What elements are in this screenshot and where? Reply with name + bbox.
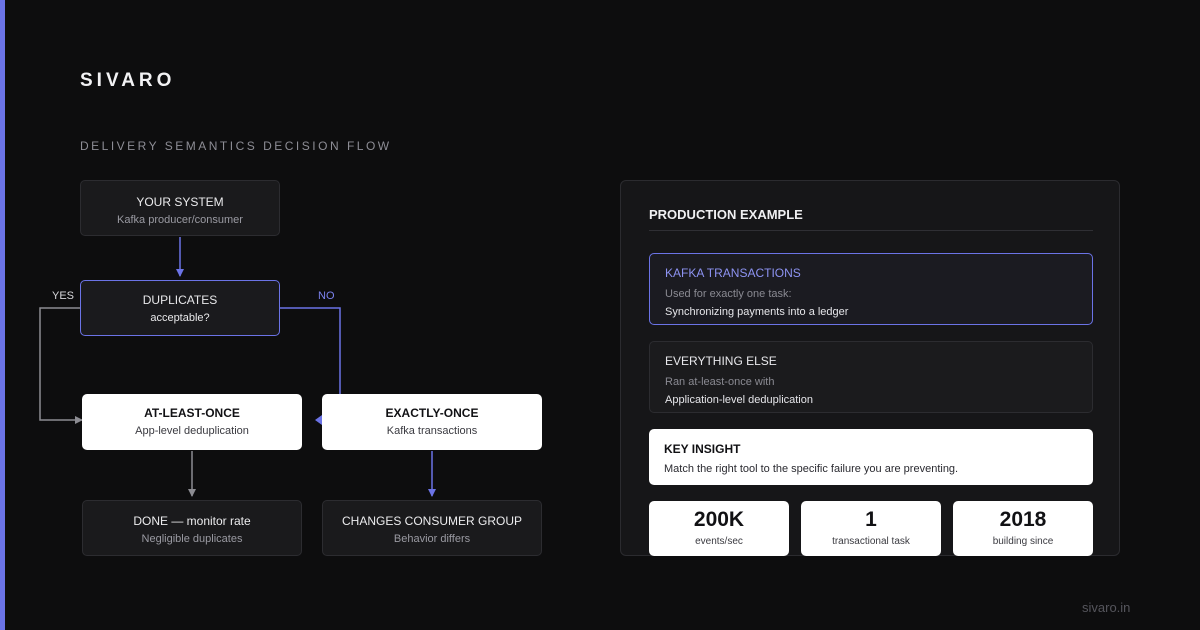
stat-transactional-task: 1 transactional task bbox=[801, 501, 941, 556]
stat-label: building since bbox=[992, 536, 1054, 547]
branch-label-yes: YES bbox=[52, 290, 75, 302]
card-insight-heading: KEY INSIGHT bbox=[664, 442, 741, 456]
branch-label-no: NO bbox=[318, 290, 335, 302]
stat-label: events/sec bbox=[695, 536, 743, 547]
node-done-subtitle: Negligible duplicates bbox=[141, 533, 243, 545]
production-example-panel: PRODUCTION EXAMPLE KAFKA TRANSACTIONS Us… bbox=[620, 180, 1120, 556]
node-at-least-once: AT-LEAST-ONCE App-level deduplication bbox=[82, 394, 302, 450]
node-your-system: YOUR SYSTEM Kafka producer/consumer bbox=[80, 180, 280, 236]
card-kafka-body: Synchronizing payments into a ledger bbox=[665, 306, 849, 318]
stat-label: transactional task bbox=[832, 536, 910, 547]
card-everything-else: EVERYTHING ELSE Ran at-least-once with A… bbox=[649, 341, 1093, 413]
node-done: DONE — monitor rate Negligible duplicate… bbox=[82, 500, 302, 556]
node-changes-title: CHANGES CONSUMER GROUP bbox=[341, 514, 523, 528]
card-key-insight: KEY INSIGHT Match the right tool to the … bbox=[649, 429, 1093, 485]
card-else-body: Application-level deduplication bbox=[665, 394, 813, 406]
node-at-least-once-subtitle: App-level deduplication bbox=[135, 425, 249, 437]
card-kafka-transactions: KAFKA TRANSACTIONS Used for exactly one … bbox=[649, 253, 1093, 325]
node-exactly-once: EXACTLY-ONCE Kafka transactions bbox=[322, 394, 542, 450]
card-kafka-sub: Used for exactly one task: bbox=[665, 288, 792, 300]
footer-url: sivaro.in bbox=[1082, 600, 1131, 615]
stat-building-since: 2018 building since bbox=[953, 501, 1093, 556]
card-else-sub: Ran at-least-once with bbox=[665, 376, 775, 388]
connector-no-arrowhead bbox=[315, 415, 322, 425]
node-your-system-title: YOUR SYSTEM bbox=[136, 195, 224, 209]
stat-value: 200K bbox=[693, 508, 745, 531]
card-insight-body: Match the right tool to the specific fai… bbox=[664, 463, 959, 475]
card-kafka-heading: KAFKA TRANSACTIONS bbox=[665, 266, 801, 280]
panel-divider bbox=[649, 230, 1093, 231]
node-duplicates-subtitle: acceptable? bbox=[150, 312, 210, 324]
connector-yes-branch bbox=[39, 307, 83, 424]
node-your-system-subtitle: Kafka producer/consumer bbox=[117, 214, 243, 226]
card-else-heading: EVERYTHING ELSE bbox=[665, 354, 777, 368]
node-at-least-once-title: AT-LEAST-ONCE bbox=[144, 406, 240, 420]
node-duplicates: DUPLICATES acceptable? bbox=[80, 280, 280, 336]
panel-title: PRODUCTION EXAMPLE bbox=[649, 207, 803, 222]
node-duplicates-title: DUPLICATES bbox=[142, 293, 218, 307]
node-changes-consumer-group: CHANGES CONSUMER GROUP Behavior differs bbox=[322, 500, 542, 556]
node-exactly-once-subtitle: Kafka transactions bbox=[386, 425, 478, 437]
connector-no-branch bbox=[280, 307, 341, 395]
stat-value: 2018 bbox=[999, 508, 1047, 531]
node-changes-subtitle: Behavior differs bbox=[393, 533, 471, 545]
node-exactly-once-title: EXACTLY-ONCE bbox=[385, 406, 479, 420]
stat-events-per-sec: 200K events/sec bbox=[649, 501, 789, 556]
node-done-title: DONE — monitor rate bbox=[133, 514, 251, 528]
stat-value: 1 bbox=[865, 508, 877, 531]
